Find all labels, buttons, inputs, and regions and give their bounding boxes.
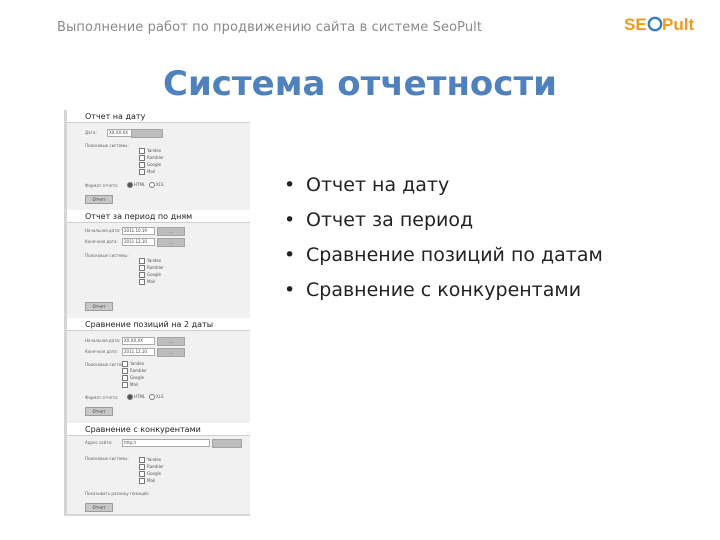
slide-title: Система отчетности <box>163 64 557 104</box>
section-title: Сравнение с конкурентами <box>67 423 250 436</box>
bullet-icon: • <box>284 244 296 266</box>
section-title: Отчет на дату <box>67 110 250 123</box>
engine-checkbox-rambler[interactable]: Rambler <box>139 155 164 161</box>
engine-checkbox-mail[interactable]: Mail <box>139 279 155 285</box>
report-button[interactable]: Отчет <box>85 407 113 416</box>
engine-checkbox-yandex[interactable]: Yandex <box>139 148 161 154</box>
engine-checkbox-rambler[interactable]: Rambler <box>122 368 147 374</box>
format-label: Формат отчета: <box>85 395 119 400</box>
end-date-picker-button[interactable]: ... <box>157 348 185 357</box>
list-item: • Отчет на дату <box>284 174 450 196</box>
report-button[interactable]: Отчет <box>85 302 113 311</box>
engine-checkbox-google[interactable]: Google <box>139 162 161 168</box>
end-date-field[interactable]: 2011.12.10 <box>122 238 155 246</box>
list-item: • Сравнение позиций по датам <box>284 244 603 266</box>
add-site-button[interactable] <box>212 439 242 448</box>
end-date-field[interactable]: 2011.12.10 <box>122 348 155 356</box>
engines-label: Поисковые системы: <box>85 253 129 258</box>
feature-list: • Отчет на дату • Отчет за период • Сравнен… <box>282 173 692 313</box>
site-address-field[interactable]: http:// <box>122 439 210 447</box>
engines-label: Поисковые системы: <box>85 456 129 461</box>
end-date-label: Конечная дата: <box>85 349 118 354</box>
engine-checkbox-google[interactable]: Google <box>122 375 144 381</box>
format-radio-html[interactable]: HTML <box>127 394 145 400</box>
position-diff-label: Показывать разницу позиций: <box>85 491 150 496</box>
section-title: Отчет за период по дням <box>67 210 250 223</box>
start-date-label: Начальная дата: <box>85 228 121 233</box>
engine-checkbox-mail[interactable]: Mail <box>139 169 155 175</box>
svg-text:Pult: Pult <box>662 15 694 34</box>
start-date-field[interactable]: 2011.10.19 <box>122 227 155 235</box>
engine-checkbox-mail[interactable]: Mail <box>139 478 155 484</box>
svg-text:SE: SE <box>624 15 647 34</box>
bullet-icon: • <box>284 174 296 196</box>
engine-checkbox-google[interactable]: Google <box>139 471 161 477</box>
bullet-icon: • <box>284 209 296 231</box>
end-date-label: Конечная дата: <box>85 239 118 244</box>
format-radio-xls[interactable]: XLS <box>149 394 164 400</box>
seopult-logo: SE Pult <box>624 15 694 34</box>
site-address-label: Адрес сайта: <box>85 440 113 445</box>
report-button[interactable]: Отчет <box>85 195 113 204</box>
date-field[interactable]: ХХ.ХХ.ХХ <box>107 129 132 137</box>
date-label: Дата: <box>85 130 97 135</box>
engine-checkbox-yandex[interactable]: Yandex <box>139 457 161 463</box>
engine-checkbox-yandex[interactable]: Yandex <box>122 361 144 367</box>
presentation-header: Выполнение работ по продвижению сайта в … <box>57 20 483 35</box>
engine-checkbox-yandex[interactable]: Yandex <box>139 258 161 264</box>
start-date-picker-button[interactable]: ... <box>157 337 185 346</box>
engine-checkbox-rambler[interactable]: Rambler <box>139 265 164 271</box>
report-forms-screenshot: Отчет на дату Дата: ХХ.ХХ.ХХ Поисковые с… <box>64 110 250 516</box>
format-label: Формат отчета: <box>85 183 119 188</box>
end-date-picker-button[interactable]: ... <box>157 238 185 247</box>
start-date-label: Начальная дата: <box>85 338 121 343</box>
format-radio-xls[interactable]: XLS <box>149 182 164 188</box>
list-item: • Сравнение с конкурентами <box>284 279 582 301</box>
report-button[interactable]: Отчет <box>85 503 113 512</box>
calendar-button[interactable] <box>131 129 163 138</box>
engine-checkbox-mail[interactable]: Mail <box>122 382 138 388</box>
engines-label: Поисковые системы: <box>85 143 129 148</box>
engine-checkbox-google[interactable]: Google <box>139 272 161 278</box>
bullet-icon: • <box>284 279 296 301</box>
list-item: • Отчет за период <box>284 209 474 231</box>
format-radio-html[interactable]: HTML <box>127 182 145 188</box>
section-title: Сравнение позиций на 2 даты <box>67 318 250 331</box>
start-date-field[interactable]: ХХ.ХХ.ХХ <box>122 337 155 345</box>
start-date-picker-button[interactable]: ... <box>157 227 185 236</box>
engine-checkbox-rambler[interactable]: Rambler <box>139 464 164 470</box>
